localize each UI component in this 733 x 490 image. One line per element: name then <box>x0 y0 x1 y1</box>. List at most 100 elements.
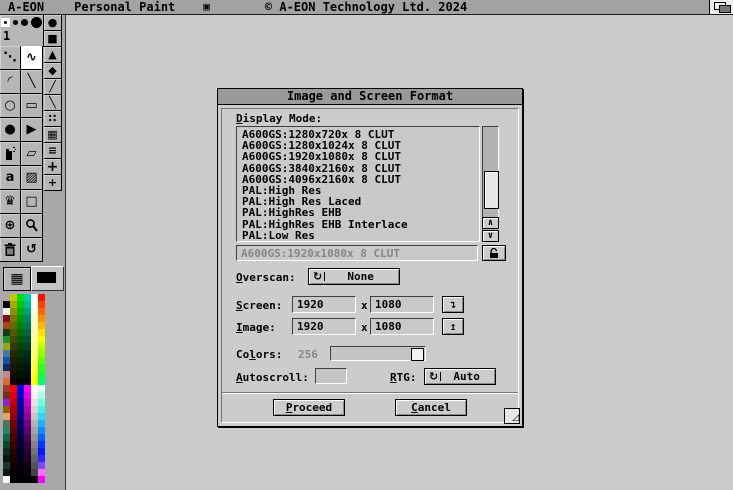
tool-rectangle-button[interactable]: ▭ <box>21 94 43 118</box>
palette-color-cell[interactable] <box>31 427 38 434</box>
palette-color-cell[interactable] <box>38 315 45 322</box>
palette-color-cell[interactable] <box>3 364 10 371</box>
palette-color-cell[interactable] <box>17 406 24 413</box>
palette-color-cell[interactable] <box>38 399 45 406</box>
palette-color-cell[interactable] <box>10 350 17 357</box>
palette-color-cell[interactable] <box>24 350 31 357</box>
modifier-filled-triangle-button[interactable]: ▲ <box>44 47 62 63</box>
rtg-cycle[interactable]: ↻Auto <box>424 368 496 385</box>
palette-color-cell[interactable] <box>24 455 31 462</box>
palette-color-cell[interactable] <box>3 315 10 322</box>
tool-brush-select-button[interactable]: □ <box>21 190 43 214</box>
palette-color-cell[interactable] <box>31 434 38 441</box>
palette-color-cell[interactable] <box>3 301 10 308</box>
palette-color-cell[interactable] <box>38 413 45 420</box>
palette-color-cell[interactable] <box>38 308 45 315</box>
palette-color-cell[interactable] <box>31 350 38 357</box>
palette-color-cell[interactable] <box>31 357 38 364</box>
palette-color-cell[interactable] <box>10 294 17 301</box>
palette-color-cell[interactable] <box>38 371 45 378</box>
palette-color-cell[interactable] <box>10 462 17 469</box>
palette-color-cell[interactable] <box>10 336 17 343</box>
display-mode-option[interactable]: PAL:Low Res <box>242 230 479 241</box>
palette-color-cell[interactable] <box>3 385 10 392</box>
palette-color-cell[interactable] <box>38 462 45 469</box>
palette-color-cell[interactable] <box>24 469 31 476</box>
palette-color-cell[interactable] <box>3 371 10 378</box>
palette-color-cell[interactable] <box>31 476 38 483</box>
palette-color-cell[interactable] <box>31 336 38 343</box>
palette-color-cell[interactable] <box>10 420 17 427</box>
palette-color-cell[interactable] <box>24 315 31 322</box>
palette-color-cell[interactable] <box>17 399 24 406</box>
palette-color-cell[interactable] <box>24 434 31 441</box>
proceed-button[interactable]: Proceed <box>273 399 345 416</box>
modifier-sparse-dots-button[interactable]: ∷ <box>44 111 62 127</box>
brush-size-2[interactable] <box>13 20 18 25</box>
palette-color-cell[interactable] <box>38 343 45 350</box>
modifier-filled-diamond-button[interactable]: ◆ <box>44 63 62 79</box>
tool-line-button[interactable]: ╲ <box>21 70 43 94</box>
palette-color-cell[interactable] <box>10 455 17 462</box>
dialog-resize-gadget[interactable]: ◿ <box>504 408 520 424</box>
palette-color-cell[interactable] <box>31 301 38 308</box>
palette-color-cell[interactable] <box>3 462 10 469</box>
palette-color-cell[interactable] <box>24 371 31 378</box>
mode-name-field[interactable]: A600GS:1920x1080x 8 CLUT <box>236 245 478 261</box>
brush-size-3[interactable] <box>21 19 28 26</box>
palette-color-cell[interactable] <box>10 399 17 406</box>
palette-color-cell[interactable] <box>3 392 10 399</box>
palette-color-cell[interactable] <box>38 378 45 385</box>
palette-color-cell[interactable] <box>17 364 24 371</box>
tool-text-button[interactable]: a <box>0 166 21 190</box>
dialog-title-bar[interactable]: Image and Screen Format <box>218 89 522 105</box>
modifier-bold-cross-button[interactable]: + <box>44 159 62 175</box>
palette-color-cell[interactable] <box>3 294 10 301</box>
lock-button[interactable] <box>482 245 506 261</box>
palette-color-cell[interactable] <box>3 469 10 476</box>
palette-color-cell[interactable] <box>24 392 31 399</box>
palette-color-cell[interactable] <box>31 385 38 392</box>
palette-color-cell[interactable] <box>24 413 31 420</box>
screen-depth-gadget[interactable] <box>709 0 733 14</box>
modifier-filled-circle-button[interactable]: ● <box>44 15 62 31</box>
palette-color-cell[interactable] <box>24 441 31 448</box>
palette-color-cell[interactable] <box>24 343 31 350</box>
tool-curve-button[interactable]: ◜ <box>0 70 21 94</box>
palette-color-cell[interactable] <box>10 469 17 476</box>
palette-color-cell[interactable] <box>17 357 24 364</box>
palette-color-cell[interactable] <box>3 441 10 448</box>
tool-freehand-button[interactable]: ∿ <box>21 46 43 70</box>
tool-ellipse-button[interactable]: ○ <box>0 94 21 118</box>
palette-color-cell[interactable] <box>3 448 10 455</box>
palette-color-cell[interactable] <box>10 476 17 483</box>
palette-color-cell[interactable] <box>31 392 38 399</box>
modifier-thin-cross-button[interactable]: + <box>44 175 62 191</box>
brush-size-1-selected[interactable] <box>1 18 10 27</box>
palette-color-cell[interactable] <box>38 336 45 343</box>
palette-color-cell[interactable] <box>3 406 10 413</box>
palette-color-cell[interactable] <box>31 455 38 462</box>
palette-color-cell[interactable] <box>10 385 17 392</box>
palette-color-cell[interactable] <box>10 357 17 364</box>
palette-color-cell[interactable] <box>38 406 45 413</box>
palette-color-cell[interactable] <box>24 294 31 301</box>
palette-color-cell[interactable] <box>38 434 45 441</box>
palette-color-cell[interactable] <box>31 315 38 322</box>
palette-color-cell[interactable] <box>3 336 10 343</box>
palette-color-cell[interactable] <box>3 308 10 315</box>
palette-color-cell[interactable] <box>31 469 38 476</box>
tool-fill-roller-button[interactable]: ▱ <box>21 142 43 166</box>
palette-color-cell[interactable] <box>24 385 31 392</box>
palette-color-cell[interactable] <box>38 427 45 434</box>
palette-color-cell[interactable] <box>24 420 31 427</box>
palette-color-cell[interactable] <box>31 399 38 406</box>
palette-color-cell[interactable] <box>17 434 24 441</box>
modifier-diagonal-thin-button[interactable]: ╱ <box>44 79 62 95</box>
palette-color-cell[interactable] <box>10 301 17 308</box>
image-height-input[interactable]: 1080 <box>370 318 434 335</box>
tool-undo-button[interactable]: ↺ <box>21 238 43 262</box>
palette-color-cell[interactable] <box>3 476 10 483</box>
palette-color-cell[interactable] <box>31 462 38 469</box>
palette-color-cell[interactable] <box>17 420 24 427</box>
